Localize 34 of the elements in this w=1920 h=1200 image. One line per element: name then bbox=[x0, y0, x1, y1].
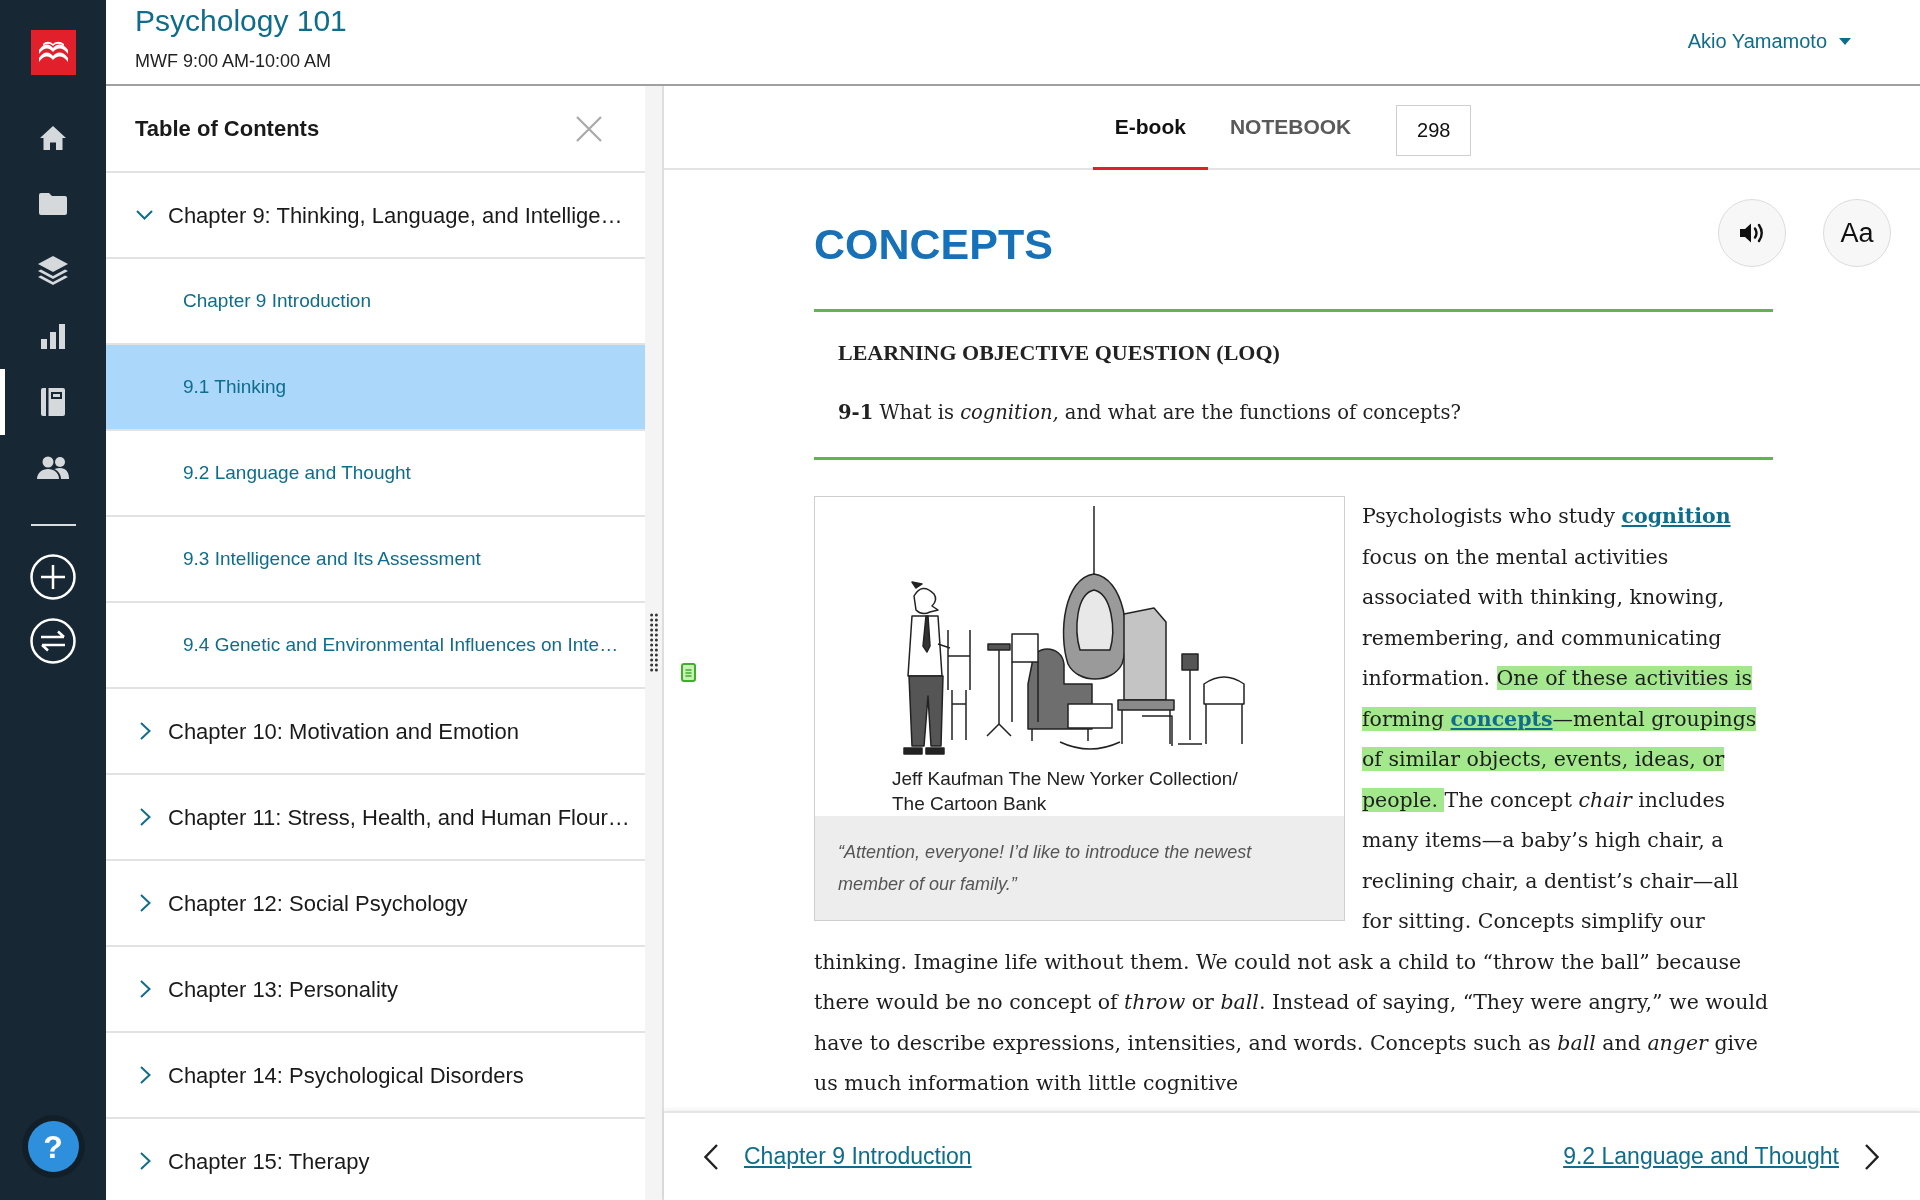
close-icon bbox=[576, 115, 602, 142]
course-schedule: MWF 9:00 AM-10:00 AM bbox=[135, 50, 333, 72]
chevron-right-icon[interactable] bbox=[1865, 1143, 1879, 1170]
user-menu[interactable]: Akio Yamamoto bbox=[1687, 28, 1851, 54]
tab[interactable]: E-book bbox=[1092, 86, 1208, 170]
page-number-field[interactable]: 298 bbox=[1396, 105, 1472, 156]
drag-handle[interactable] bbox=[649, 613, 658, 673]
toc-title: Table of Contents bbox=[135, 115, 320, 143]
font-size-button[interactable]: Aa bbox=[1823, 199, 1891, 267]
next-section-link[interactable]: 9.2 Language and Thought bbox=[1563, 1139, 1839, 1174]
toc-section[interactable]: 9.1 Thinking bbox=[106, 345, 645, 431]
glossary-link[interactable]: concepts bbox=[1450, 706, 1553, 731]
figure-credit: Jeff Kaufman The New Yorker Collection/ The Cartoon Bank bbox=[892, 767, 1239, 816]
chevron-left-icon[interactable] bbox=[704, 1143, 718, 1170]
add-icon[interactable] bbox=[30, 554, 76, 600]
tab[interactable]: NOTEBOOK bbox=[1207, 86, 1374, 170]
figure-caption: “Attention, everyone! I’d like to introduce the newest member of our family.” bbox=[838, 841, 1253, 896]
objective-label: LEARNING OBJECTIVE QUESTION (LOQ) bbox=[838, 339, 1281, 367]
swap-arrows-icon[interactable] bbox=[30, 618, 76, 664]
previous-section-link[interactable]: Chapter 9 Introduction bbox=[744, 1139, 972, 1174]
home-icon bbox=[39, 125, 67, 151]
folder-icon bbox=[38, 192, 68, 216]
notebook-icon bbox=[40, 387, 66, 417]
section-heading: CONCEPTS bbox=[814, 222, 1053, 266]
people-icon bbox=[36, 456, 70, 480]
note-marker-icon[interactable] bbox=[681, 663, 696, 682]
course-title: Psychology 101 bbox=[135, 3, 347, 39]
layers-icon bbox=[37, 255, 69, 285]
glossary-link[interactable]: cognition bbox=[1621, 504, 1731, 528]
objective-question: 9-1 What is cognition, and what are the functions of concepts? bbox=[838, 400, 1462, 426]
caret-down-icon bbox=[1839, 37, 1851, 45]
bar-chart-icon bbox=[41, 323, 65, 349]
speaker-icon bbox=[1739, 222, 1765, 244]
logo-icon[interactable] bbox=[30, 30, 76, 75]
